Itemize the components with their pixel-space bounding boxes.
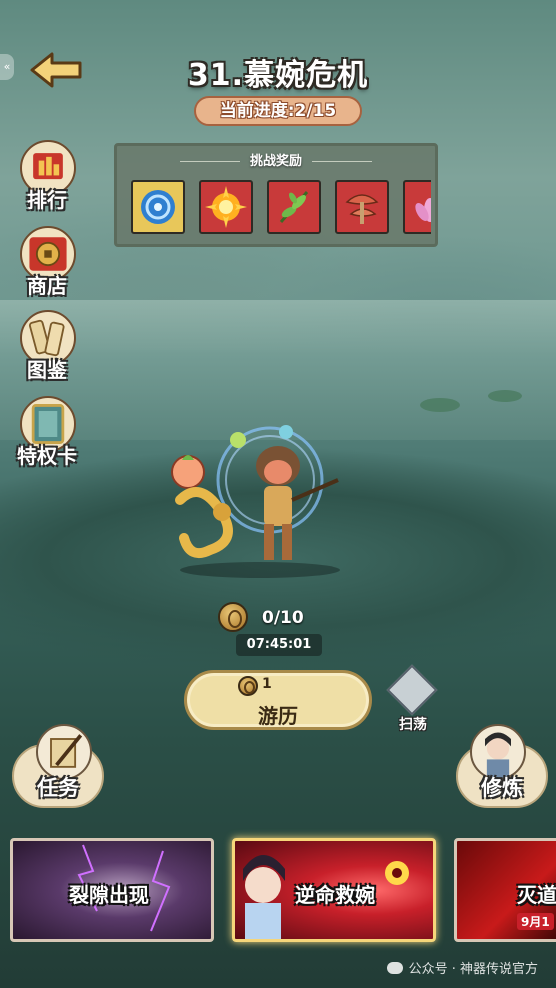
cultivate-label: 修炼	[481, 776, 523, 800]
character-scene	[160, 420, 360, 580]
reward-list[interactable]	[131, 180, 431, 240]
challenge-reward-panel: 挑战奖励	[114, 143, 438, 247]
privilege-card-button[interactable]: 特权卡	[14, 396, 80, 476]
event-card-rift[interactable]: 裂隙出现	[10, 838, 214, 942]
travel-cost: 1	[238, 676, 272, 696]
reward-item[interactable]	[403, 180, 431, 234]
wechat-icon	[386, 962, 403, 974]
background-lake	[0, 300, 556, 440]
quest-label: 任务	[37, 776, 79, 800]
ranking-label: 排行	[27, 188, 67, 212]
reward-item[interactable]	[199, 180, 253, 234]
event-card-destroy-dao[interactable]: 灭道 9月1	[454, 838, 556, 942]
travel-label: 游历	[258, 704, 298, 728]
codex-button[interactable]: 图鉴	[14, 310, 80, 390]
event-card-bar: 裂隙出现 逆命救婉 灭道 9月1	[0, 828, 556, 948]
stage-title: 31.慕婉危机	[187, 58, 369, 93]
travel-token-counter: 0/10	[218, 602, 338, 636]
fire-burst-icon	[205, 186, 247, 228]
herb-leaf-icon	[279, 191, 309, 223]
reward-panel-title: 挑战奖励	[117, 150, 435, 169]
lingzhi-mushroom-icon	[345, 194, 379, 224]
lily-pad	[488, 390, 522, 402]
reward-item[interactable]	[335, 180, 389, 234]
privilege-card-label: 特权卡	[17, 444, 77, 468]
lotus-flower-icon	[415, 198, 431, 222]
quest-button[interactable]: 任务	[12, 724, 104, 812]
refresh-timer: 07:45:01	[236, 634, 322, 656]
sweep-label: 扫荡	[399, 717, 427, 733]
travel-button[interactable]: 1 游历	[184, 670, 372, 730]
watermark: 公众号 · 神器传说官方	[386, 958, 538, 977]
event-card-label: 灭道	[517, 883, 556, 907]
travel-token-count: 0/10	[262, 608, 304, 628]
event-card-date: 9月1	[517, 913, 554, 930]
reward-item[interactable]	[267, 180, 321, 234]
shop-label: 商店	[27, 274, 67, 298]
sweep-icon	[386, 664, 438, 716]
travel-token-icon	[218, 602, 248, 632]
watermark-text: 公众号 · 神器传说官方	[408, 962, 538, 977]
event-card-label: 逆命救婉	[295, 883, 375, 907]
cultivate-button[interactable]: 修炼	[456, 724, 548, 812]
blue-vortex-orb-icon	[141, 190, 175, 224]
lily-pad	[420, 398, 460, 412]
reward-item[interactable]	[131, 180, 185, 234]
codex-label: 图鉴	[27, 358, 67, 382]
stage-progress: 当前进度:2/15	[194, 96, 362, 126]
ranking-button[interactable]: 排行	[14, 140, 80, 220]
event-card-save-wan[interactable]: 逆命救婉	[232, 838, 436, 942]
shop-button[interactable]: 商店	[14, 226, 80, 306]
event-card-label: 裂隙出现	[69, 883, 149, 907]
sweep-button[interactable]: 扫荡	[384, 664, 442, 738]
monkey-king-and-dragon-illustration	[171, 425, 340, 578]
travel-token-icon	[238, 676, 258, 696]
travel-cost-value: 1	[262, 676, 272, 692]
